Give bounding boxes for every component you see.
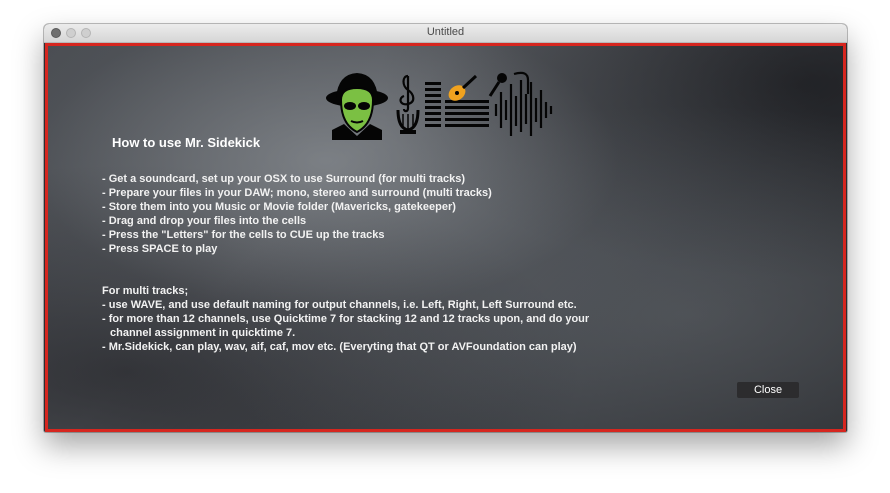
- lyre-icon: [396, 109, 420, 134]
- list-item: - for more than 12 channels, use Quickti…: [102, 313, 590, 325]
- list-item: - use WAVE, and use default naming for o…: [102, 299, 577, 311]
- setup-steps: - Get a soundcard, set up your OSX to us…: [102, 172, 662, 256]
- window-title: Untitled: [426, 26, 465, 38]
- guitar-icon: [448, 74, 478, 101]
- app-window: Untitled How to use Mr. Sidekick - Get a…: [44, 24, 847, 432]
- help-title: How to use Mr. Sidekick: [112, 135, 261, 150]
- list-item: - Drag and drop your files into the cell…: [102, 215, 307, 227]
- spy-face-icon: [326, 73, 388, 140]
- list-item: - Mr.Sidekick, can play, wav, aif, caf, …: [102, 341, 577, 353]
- microphone-icon: [488, 73, 507, 97]
- help-panel: How to use Mr. Sidekick - Get a soundcar…: [45, 43, 846, 432]
- multi-track-notes: For multi tracks; - use WAVE, and use de…: [102, 284, 662, 354]
- list-item: - Store them into you Music or Movie fol…: [102, 201, 456, 213]
- treble-clef-icon: [399, 74, 415, 113]
- title-bar[interactable]: Untitled: [44, 24, 847, 43]
- multi-track-title: For multi tracks;: [102, 285, 189, 297]
- list-item: - Press SPACE to play: [102, 243, 218, 255]
- app-logo: [326, 71, 553, 140]
- list-item: - Prepare your files in your DAW; mono, …: [102, 187, 492, 199]
- close-button[interactable]: Close: [737, 382, 799, 398]
- list-item: - Press the "Letters" for the cells to C…: [102, 229, 385, 241]
- list-item: channel assignment in quicktime 7.: [110, 327, 296, 339]
- list-item: - Get a soundcard, set up your OSX to us…: [102, 173, 466, 185]
